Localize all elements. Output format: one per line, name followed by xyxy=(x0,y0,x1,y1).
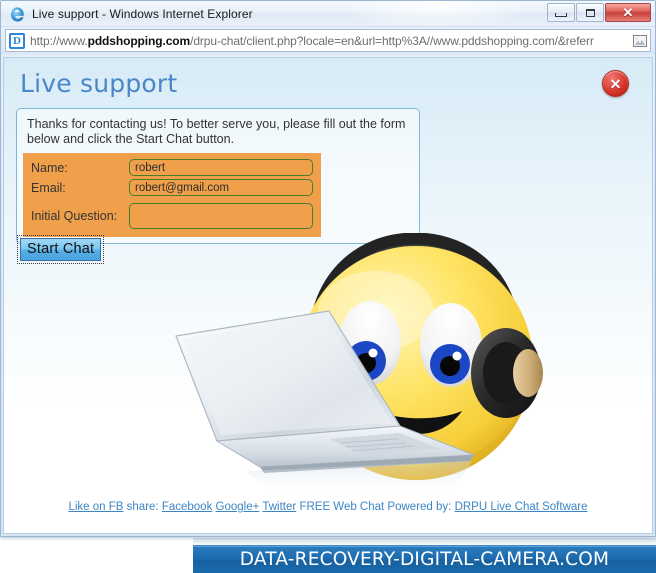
facebook-link[interactable]: Facebook xyxy=(162,501,213,513)
close-icon: ✕ xyxy=(622,5,634,20)
footer-links: Like on FB share: Facebook Google+ Twitt… xyxy=(4,501,652,513)
chat-form-panel: Thanks for contacting us! To better serv… xyxy=(16,108,420,244)
start-chat-button[interactable]: Start Chat xyxy=(20,238,102,261)
window-title: Live support - Windows Internet Explorer xyxy=(32,6,253,21)
name-input[interactable] xyxy=(129,159,313,176)
email-label: Email: xyxy=(31,180,66,195)
twitter-link[interactable]: Twitter xyxy=(262,501,296,513)
form-fields-panel: Name: Email: Initial Question: xyxy=(23,153,321,237)
address-bar[interactable]: D http://www.pddshopping.com/drpu-chat/c… xyxy=(5,29,651,52)
maximize-icon xyxy=(585,8,595,17)
page-title: Live support xyxy=(20,69,178,98)
chat-close-icon: ✕ xyxy=(609,75,622,92)
window-titlebar: Live support - Windows Internet Explorer… xyxy=(1,1,655,27)
email-input[interactable] xyxy=(129,179,313,196)
start-chat-focus-ring: Start Chat xyxy=(17,235,105,264)
name-label: Name: xyxy=(31,160,68,175)
page-viewport: Live support ✕ Thanks for contacting us!… xyxy=(3,57,653,534)
site-banner-text: DATA-RECOVERY-DIGITAL-CAMERA.COM xyxy=(239,549,610,570)
form-row-name: Name: xyxy=(31,159,313,176)
window-close-button[interactable]: ✕ xyxy=(605,3,651,22)
initial-question-label: Initial Question: xyxy=(31,209,118,223)
address-bar-url[interactable]: http://www.pddshopping.com/drpu-chat/cli… xyxy=(30,34,629,48)
screen-root: Live support - Windows Internet Explorer… xyxy=(0,0,656,573)
like-on-fb-link[interactable]: Like on FB xyxy=(68,501,123,513)
site-favicon-icon: D xyxy=(9,32,25,49)
share-label: share: xyxy=(126,501,159,513)
drpu-live-chat-software-link[interactable]: DRPU Live Chat Software xyxy=(455,501,588,513)
powered-by-label: FREE Web Chat Powered by: xyxy=(299,501,452,513)
minimize-button[interactable] xyxy=(547,3,575,22)
url-prefix: http://www. xyxy=(30,33,88,48)
internet-explorer-icon xyxy=(10,6,24,21)
url-domain: pddshopping.com xyxy=(87,33,191,48)
smiley-with-headset-and-laptop-image xyxy=(154,232,574,498)
compatibility-view-icon[interactable] xyxy=(632,33,648,49)
address-bar-container: D http://www.pddshopping.com/drpu-chat/c… xyxy=(1,27,655,55)
intro-text: Thanks for contacting us! To better serv… xyxy=(27,117,406,146)
initial-question-input[interactable] xyxy=(129,203,313,229)
window-controls: ✕ xyxy=(547,3,651,22)
google-plus-link[interactable]: Google+ xyxy=(216,501,260,513)
form-row-email: Email: xyxy=(31,179,313,196)
maximize-button[interactable] xyxy=(576,3,604,22)
page-header: Live support ✕ xyxy=(4,58,652,104)
url-path: /drpu-chat/client.php?locale=en&url=http… xyxy=(190,33,594,48)
chat-close-button[interactable]: ✕ xyxy=(602,70,629,97)
form-row-initial-question: Initial Question: xyxy=(31,203,313,229)
minimize-icon xyxy=(555,13,567,17)
site-banner: DATA-RECOVERY-DIGITAL-CAMERA.COM xyxy=(193,545,656,573)
browser-window: Live support - Windows Internet Explorer… xyxy=(0,0,656,537)
